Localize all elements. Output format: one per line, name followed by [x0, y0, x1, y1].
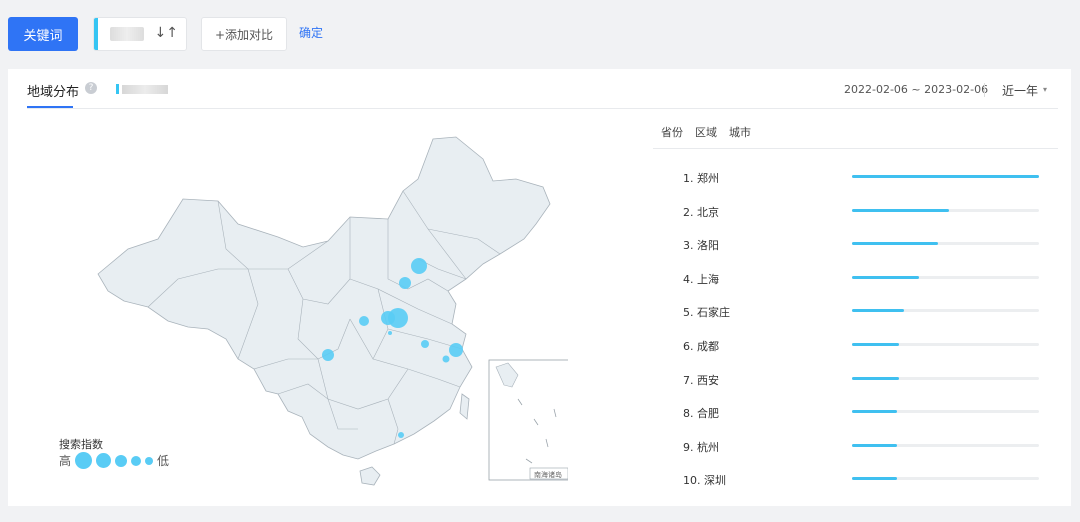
- period-select[interactable]: 近一年: [1002, 82, 1038, 99]
- confirm-link[interactable]: 确定: [299, 24, 323, 41]
- bubble-xian: [359, 316, 369, 326]
- ranking-label: 3. 洛阳: [683, 239, 719, 253]
- bubble-shijiazhuang: [399, 277, 411, 289]
- ranking-label: 9. 杭州: [683, 440, 719, 454]
- help-icon[interactable]: ?: [85, 82, 97, 94]
- ranking-label: 5. 石家庄: [683, 306, 730, 320]
- bubble-luoyang: [381, 311, 395, 325]
- legend-low: 低: [157, 454, 170, 468]
- ranking-row: 10. 深圳: [683, 467, 1053, 501]
- ranking-row: 2. 北京: [683, 199, 1053, 233]
- ranking-label: 6. 成都: [683, 339, 719, 353]
- ranking-row: 6. 成都: [683, 333, 1053, 367]
- ranking-bar-fill: [852, 208, 950, 212]
- ranking-label: 10. 深圳: [683, 474, 726, 488]
- ranking-bar-track: [852, 275, 1039, 279]
- ranking-bar-fill: [852, 175, 1039, 178]
- legend-color-marker: [116, 84, 119, 94]
- keyword-text-redacted: [110, 27, 144, 41]
- tab-province[interactable]: 省份: [661, 124, 683, 140]
- ranking-bar-fill: [852, 410, 897, 414]
- hainan-island: [359, 466, 381, 486]
- bubble-hefei: [421, 340, 429, 348]
- ranking-bar-track: [852, 242, 1039, 246]
- add-compare-button[interactable]: +添加对比: [201, 17, 287, 51]
- date-range: 2022-02-06 ~ 2023-02-06: [844, 83, 989, 96]
- ranking-label: 7. 西安: [683, 373, 719, 387]
- ranking-label: 2. 北京: [683, 205, 719, 219]
- inset-label: 南海诸岛: [534, 470, 562, 479]
- ranking-divider: [653, 148, 1058, 149]
- region-distribution-panel: 地域分布 ? 2022-02-06 ~ 2023-02-06 近一年 ▾ 南海诸…: [8, 69, 1071, 506]
- ranking-bar-fill: [852, 376, 899, 380]
- ranking-bar-fill: [852, 342, 899, 346]
- legend-dot: [115, 454, 128, 467]
- ranking-bar-track: [852, 208, 1039, 212]
- legend-high: 高: [59, 454, 72, 468]
- legend-text-redacted: [122, 85, 168, 94]
- ranking-row: 1. 郑州: [683, 165, 1053, 199]
- ranking-tabs: 省份 区域 城市: [661, 124, 751, 140]
- keyword-button[interactable]: 关键词: [8, 17, 78, 51]
- ranking-bar-track: [852, 175, 1039, 178]
- sort-icon[interactable]: ↓↑: [155, 25, 178, 41]
- tab-region[interactable]: 区域: [695, 124, 717, 140]
- chevron-down-icon[interactable]: ▾: [1043, 85, 1047, 94]
- keyword-chip[interactable]: ↓↑: [93, 17, 187, 51]
- map-landmass: [97, 136, 551, 460]
- ranking-bar-track: [852, 410, 1039, 414]
- bubble-small: [388, 331, 392, 335]
- ranking-row: 5. 石家庄: [683, 299, 1053, 333]
- ranking-bar-track: [852, 443, 1039, 447]
- south-china-sea-inset: 南海诸岛: [488, 359, 568, 481]
- ranking-bar-fill: [852, 275, 920, 279]
- tab-region-distribution[interactable]: 地域分布: [27, 81, 79, 100]
- bubble-chengdu: [322, 349, 334, 361]
- ranking-row: 9. 杭州: [683, 434, 1053, 468]
- ranking-bar-fill: [852, 477, 897, 481]
- date-separator: [984, 83, 985, 97]
- legend-dot: [75, 452, 93, 469]
- ranking-row: 7. 西安: [683, 367, 1053, 401]
- ranking-bar-fill: [852, 443, 897, 447]
- bubble-beijing: [411, 258, 427, 274]
- legend-dot: [131, 455, 142, 466]
- toolbar: 关键词 ↓↑ +添加对比 确定: [0, 0, 1080, 70]
- ranking-label: 4. 上海: [683, 272, 719, 286]
- ranking-bar-track: [852, 477, 1039, 481]
- map-regions: [97, 136, 551, 486]
- bubble-shenzhen: [398, 432, 404, 438]
- ranking-row: 3. 洛阳: [683, 232, 1053, 266]
- keyword-legend: [116, 84, 170, 94]
- ranking-row: 8. 合肥: [683, 400, 1053, 434]
- ranking-bar-track: [852, 342, 1039, 346]
- ranking-bar-fill: [852, 309, 905, 313]
- china-map: 南海诸岛: [97, 136, 568, 486]
- map-legend-title: 搜索指数: [59, 438, 103, 451]
- header-divider: [27, 108, 1058, 109]
- ranking-list: 1. 郑州 2. 北京 3. 洛阳 4. 上海 5. 石家庄 6. 成都 7. 西安 8. 合…: [683, 165, 1053, 501]
- ranking-label: 1. 郑州: [683, 172, 719, 185]
- ranking-bar-track: [852, 376, 1039, 380]
- tab-city[interactable]: 城市: [729, 124, 751, 140]
- bubble-hangzhou: [442, 355, 450, 363]
- ranking-bar-fill: [852, 242, 939, 246]
- legend-dot: [96, 453, 112, 468]
- taiwan-island: [459, 393, 470, 420]
- keyword-color-marker: [94, 18, 98, 50]
- map-legend: 高 低: [59, 452, 169, 469]
- legend-dot: [145, 456, 154, 465]
- ranking-label: 8. 合肥: [683, 407, 719, 421]
- ranking-bar-track: [852, 309, 1039, 313]
- bubble-shanghai: [449, 343, 463, 357]
- ranking-row: 4. 上海: [683, 266, 1053, 300]
